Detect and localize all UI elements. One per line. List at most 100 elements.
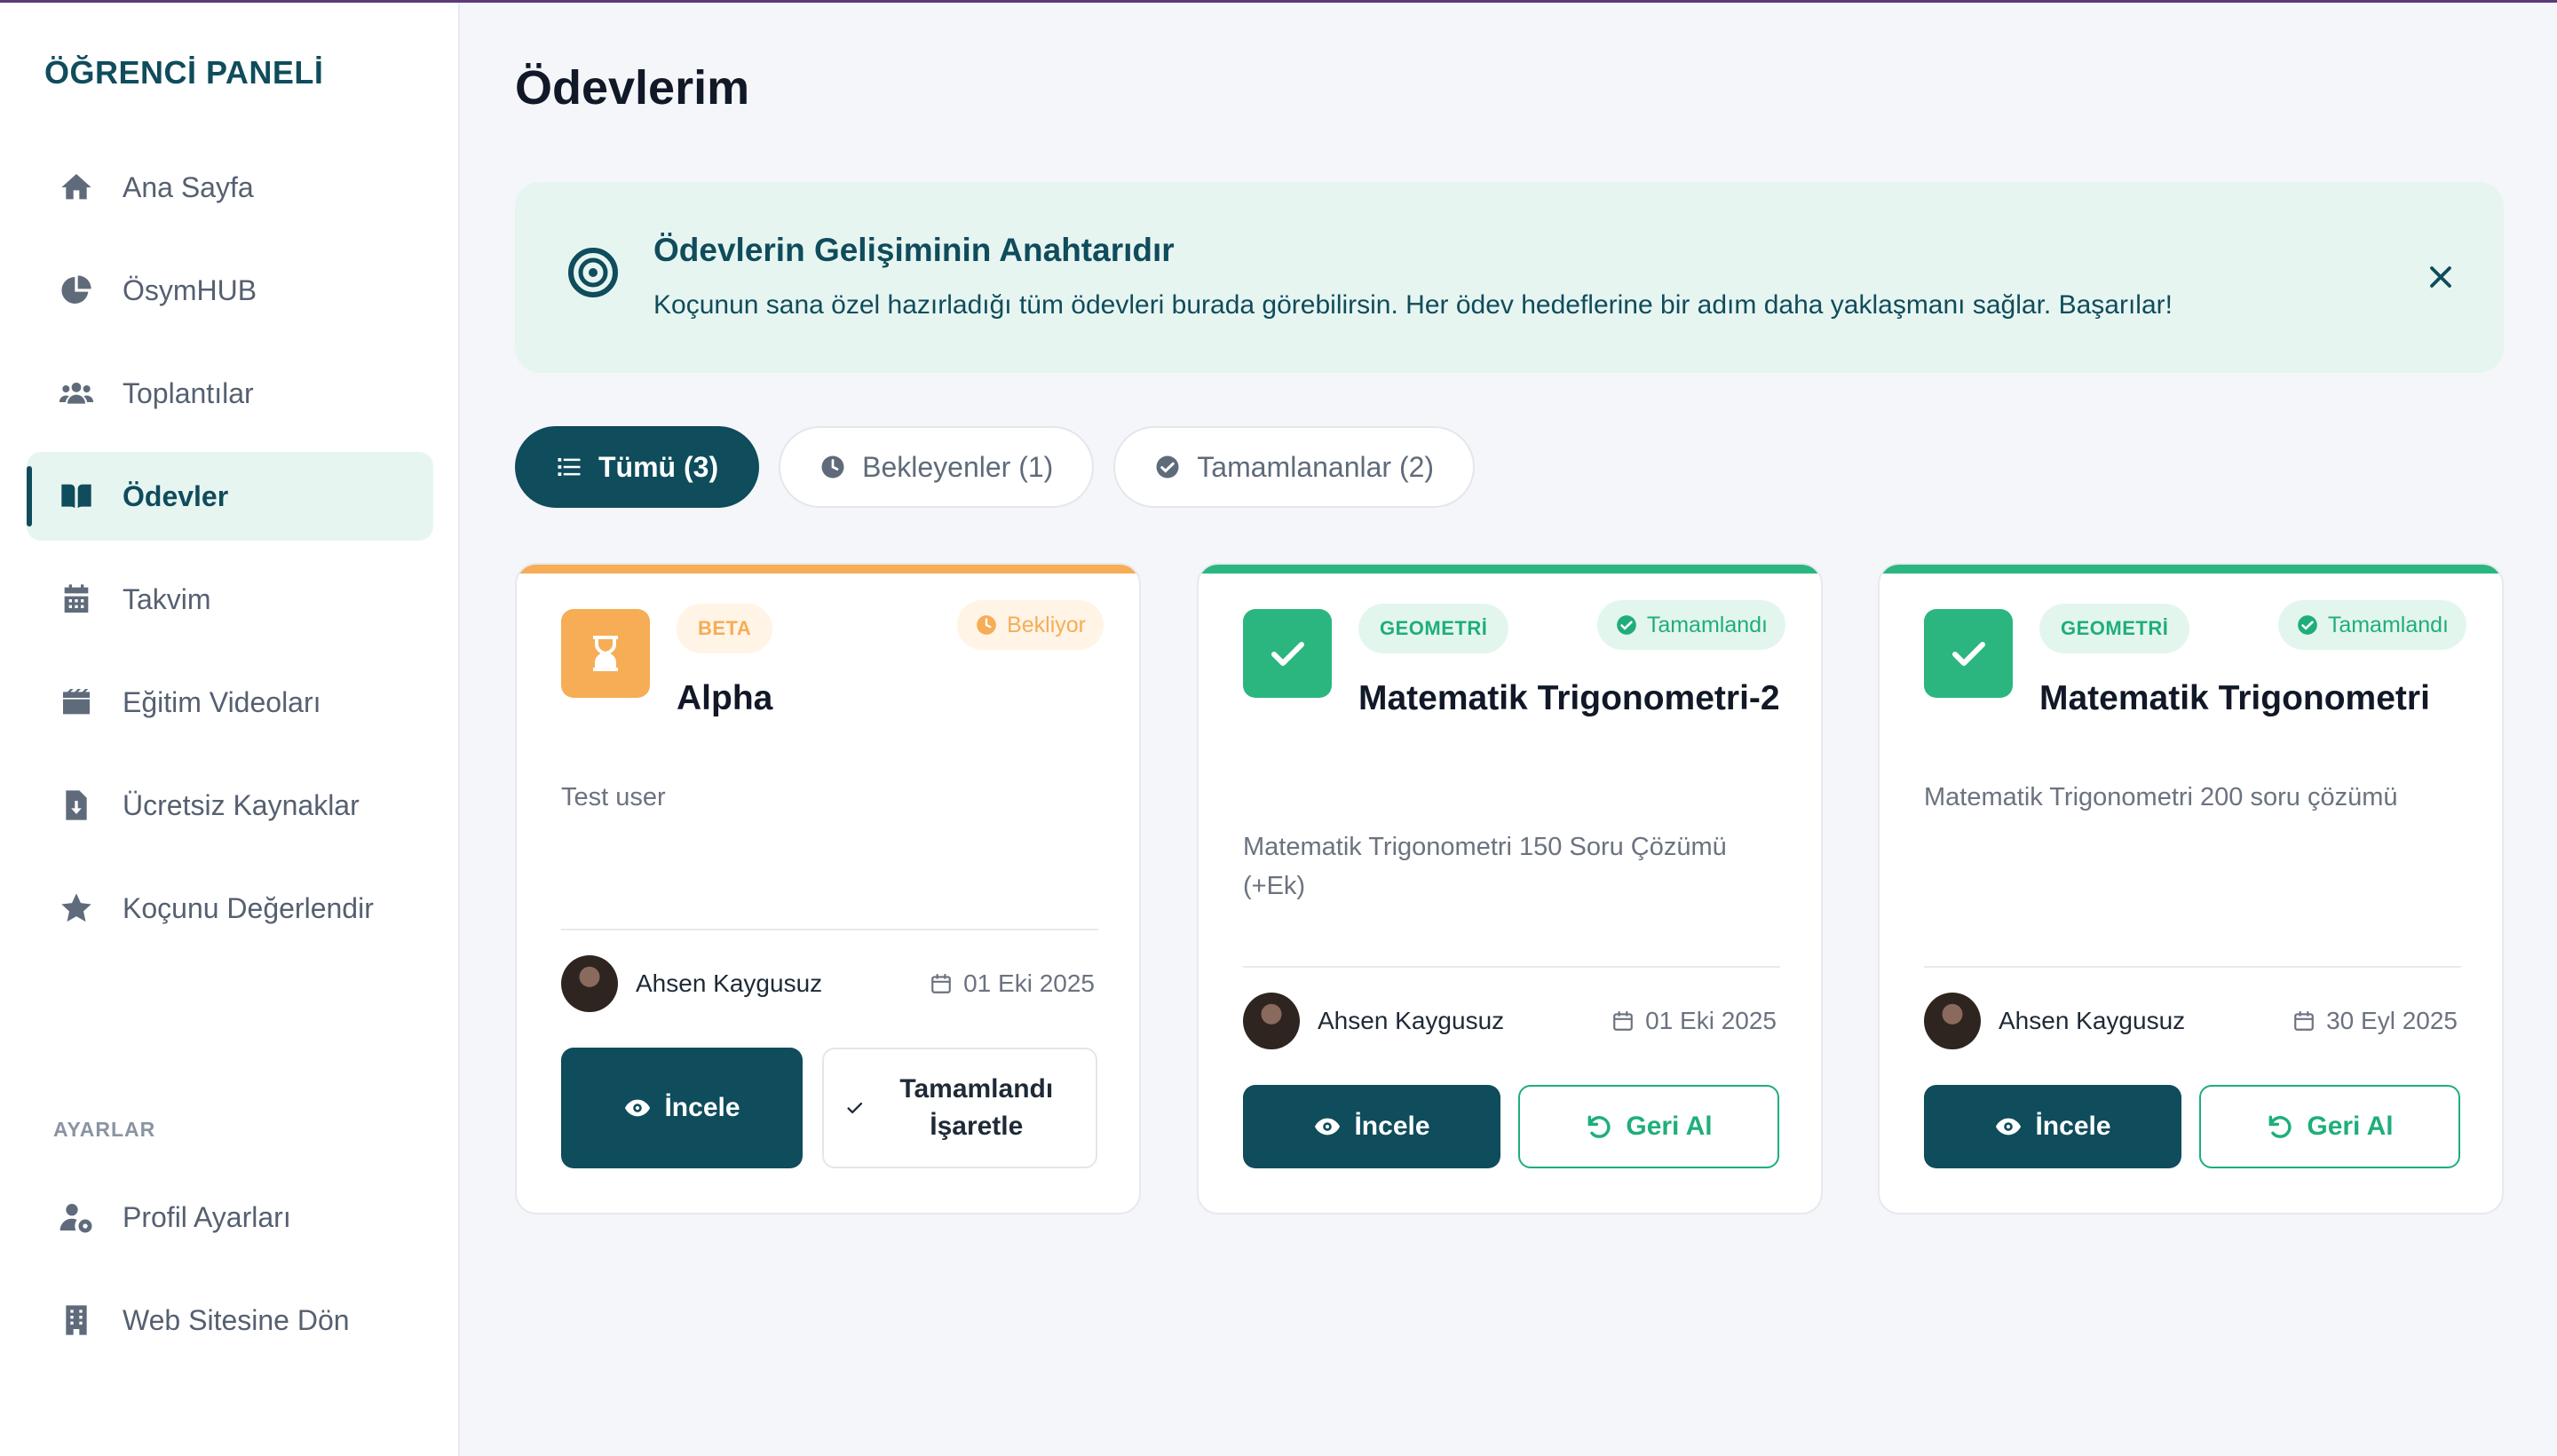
- undo-button[interactable]: Geri Al: [2199, 1085, 2460, 1168]
- sidebar-item-web-sitesine-don[interactable]: Web Sitesine Dön: [27, 1276, 433, 1365]
- card-description: Matematik Trigonometri 200 soru çözümü: [1924, 783, 2398, 811]
- users-icon: [57, 374, 96, 413]
- tab-label: Tümü (3): [598, 450, 719, 483]
- undo-button-label: Geri Al: [1626, 1112, 1713, 1141]
- building-icon: [57, 1301, 96, 1340]
- pie-chart-icon: [57, 271, 96, 310]
- card-divider: [561, 929, 1098, 930]
- sidebar-item-label: ÖsymHUB: [123, 273, 257, 306]
- check-circle-icon: [1616, 615, 1636, 635]
- undo-button-label: Geri Al: [2307, 1112, 2394, 1141]
- due-date-text: 01 Eki 2025: [1645, 1007, 1777, 1034]
- calendar-icon: [57, 580, 96, 619]
- clock-icon: [821, 455, 844, 479]
- sidebar-item-label: Web Sitesine Dön: [123, 1303, 350, 1336]
- sidebar-item-ucretsiz-kaynaklar[interactable]: Ücretsiz Kaynaklar: [27, 761, 433, 850]
- card-title: Matematik Trigonometri-2: [1358, 679, 1780, 717]
- calendar-icon: [2294, 1011, 2314, 1031]
- review-button[interactable]: İncele: [561, 1048, 803, 1168]
- assignment-card: GEOMETRİ Tamamlandı Matematik Trigonomet…: [1878, 563, 2504, 1215]
- mark-completed-button[interactable]: Tamamlandı İşaretle: [822, 1048, 1097, 1168]
- status-label: Bekliyor: [1007, 612, 1086, 637]
- sidebar-item-profil-ayarlari[interactable]: Profil Ayarları: [27, 1173, 433, 1262]
- review-button-label: İncele: [664, 1093, 740, 1122]
- hourglass-icon: [561, 609, 650, 698]
- sidebar-item-label: Ücretsiz Kaynaklar: [123, 788, 360, 821]
- check-icon: [1243, 609, 1332, 698]
- status-badge: Bekliyor: [957, 600, 1104, 650]
- card-divider: [1243, 966, 1780, 968]
- settings-section-label: AYARLAR: [53, 1118, 156, 1141]
- due-date: 01 Eki 2025: [1611, 1007, 1777, 1035]
- card-description: Test user: [561, 783, 666, 811]
- review-button-label: İncele: [1354, 1112, 1430, 1141]
- sidebar-item-label: Takvim: [123, 582, 211, 615]
- card-status-bar: [517, 565, 1139, 574]
- coach-name: Ahsen Kaygusuz: [1999, 1007, 2186, 1034]
- coach-name: Ahsen Kaygusuz: [1318, 1007, 1505, 1034]
- undo-icon: [2268, 1115, 2292, 1138]
- eye-icon: [625, 1099, 651, 1117]
- filter-tabs: Tümü (3) Bekleyenler (1) Tamamlananlar (…: [515, 426, 1476, 508]
- home-icon: [57, 168, 96, 207]
- sidebar-item-label: Profil Ayarları: [123, 1200, 291, 1233]
- status-badge: Tamamlandı: [2277, 600, 2466, 650]
- book-open-icon: [57, 477, 96, 516]
- check-icon: [847, 1102, 863, 1114]
- mark-completed-label: Tamamlandı İşaretle: [899, 1074, 1054, 1141]
- coach-info: Ahsen Kaygusuz: [1924, 993, 2185, 1049]
- info-banner: Ödevlerin Gelişiminin Anahtarıdır Koçunu…: [515, 182, 2504, 373]
- due-date: 30 Eyl 2025: [2292, 1007, 2458, 1035]
- card-description: Matematik Trigonometri 150 Soru Çözümü (…: [1243, 833, 1727, 900]
- calendar-icon: [931, 974, 951, 993]
- assignment-card: GEOMETRİ Tamamlandı Matematik Trigonomet…: [1197, 563, 1823, 1215]
- review-button[interactable]: İncele: [1243, 1085, 1500, 1168]
- sidebar-item-label: Ödevler: [123, 479, 229, 512]
- avatar: [1243, 993, 1300, 1049]
- status-label: Tamamlandı: [2327, 612, 2449, 637]
- close-icon[interactable]: [2422, 258, 2459, 296]
- sidebar-item-kocunu-degerlendir[interactable]: Koçunu Değerlendir: [27, 864, 433, 953]
- sidebar-item-osymhub[interactable]: ÖsymHUB: [27, 246, 433, 335]
- avatar: [1924, 993, 1981, 1049]
- eye-icon: [1315, 1118, 1341, 1136]
- target-icon: [568, 248, 618, 297]
- coach-info: Ahsen Kaygusuz: [561, 955, 822, 1012]
- tab-label: Tamamlananlar (2): [1197, 450, 1435, 483]
- due-date-text: 30 Eyl 2025: [2326, 1007, 2458, 1034]
- coach-name: Ahsen Kaygusuz: [636, 969, 823, 997]
- coach-info: Ahsen Kaygusuz: [1243, 993, 1504, 1049]
- sidebar-item-takvim[interactable]: Takvim: [27, 555, 433, 644]
- review-button[interactable]: İncele: [1924, 1085, 2181, 1168]
- star-icon: [57, 889, 96, 928]
- sidebar-item-label: Toplantılar: [123, 376, 254, 409]
- card-status-bar: [1199, 565, 1821, 574]
- avatar: [561, 955, 618, 1012]
- page-title: Ödevlerim: [515, 61, 750, 115]
- tab-label: Bekleyenler (1): [862, 450, 1054, 483]
- due-date: 01 Eki 2025: [930, 969, 1095, 998]
- subject-badge: BETA: [677, 604, 773, 653]
- tab-all[interactable]: Tümü (3): [515, 426, 760, 508]
- due-date-text: 01 Eki 2025: [963, 969, 1095, 997]
- file-download-icon: [57, 786, 96, 825]
- review-button-label: İncele: [2035, 1112, 2111, 1141]
- sidebar-item-toplantilar[interactable]: Toplantılar: [27, 349, 433, 438]
- user-gear-icon: [57, 1198, 96, 1237]
- card-title: Alpha: [677, 679, 773, 717]
- check-circle-icon: [1156, 455, 1179, 479]
- sidebar-item-egitim-videolari[interactable]: Eğitim Videoları: [27, 658, 433, 747]
- assignment-card: BETA Bekliyor Alpha Test user Ahsen Kayg…: [515, 563, 1141, 1215]
- sidebar-item-odevler[interactable]: Ödevler: [27, 452, 433, 541]
- status-label: Tamamlandı: [1646, 612, 1768, 637]
- eye-icon: [1996, 1118, 2022, 1136]
- list-icon: [558, 458, 581, 476]
- tab-completed[interactable]: Tamamlananlar (2): [1113, 426, 1476, 508]
- subject-badge: GEOMETRİ: [1358, 604, 1509, 653]
- sidebar-item-ana-sayfa[interactable]: Ana Sayfa: [27, 143, 433, 232]
- undo-button[interactable]: Geri Al: [1518, 1085, 1779, 1168]
- tab-pending[interactable]: Bekleyenler (1): [779, 426, 1095, 508]
- sidebar: ÖĞRENCİ PANELİ Ana Sayfa ÖsymHUB Toplant…: [0, 3, 460, 1456]
- clock-icon: [977, 615, 996, 635]
- video-icon: [57, 683, 96, 722]
